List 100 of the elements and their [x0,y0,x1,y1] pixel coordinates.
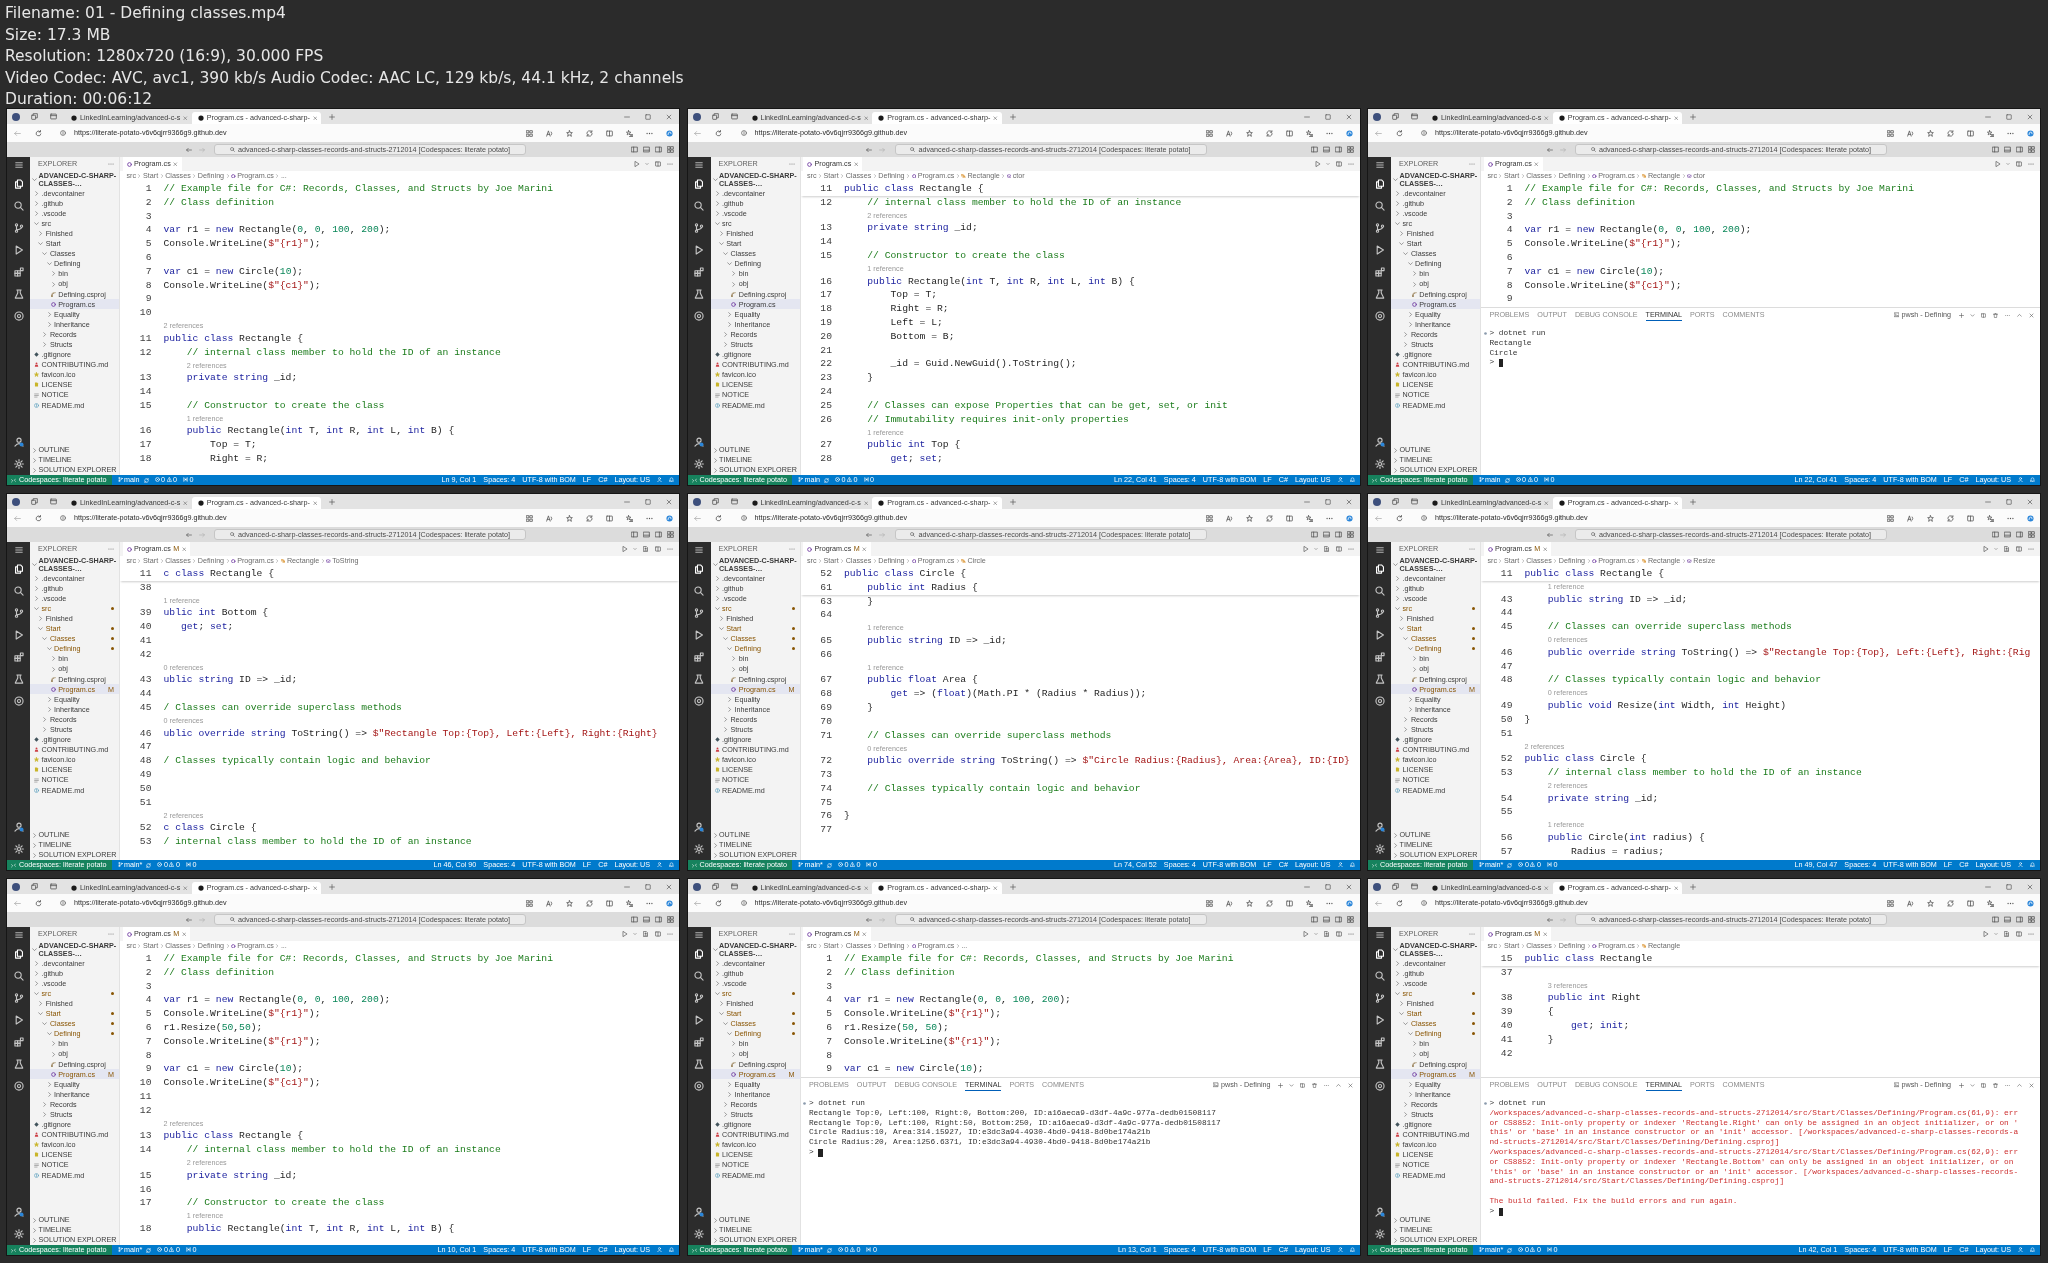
close-icon[interactable] [1673,885,1679,890]
window-icon[interactable] [1411,113,1418,120]
split-screen-icon[interactable] [1286,899,1293,907]
account-icon[interactable] [694,437,704,447]
sidebar-right-icon[interactable] [1335,531,1342,538]
search-icon[interactable] [1374,586,1385,596]
window-icon[interactable] [50,113,57,120]
close-icon[interactable] [1346,113,1352,120]
sync-icon[interactable] [1946,129,1954,137]
branch-icon[interactable] [1374,223,1385,233]
caret-icon[interactable] [1969,1082,1975,1088]
favorites-icon[interactable] [1986,514,1994,522]
star-icon[interactable] [1246,129,1253,137]
split-editor-icon[interactable] [655,161,661,167]
compare-icon[interactable] [2004,546,2010,552]
app-grid-icon[interactable] [1206,514,1213,522]
blocks-icon[interactable] [694,652,704,662]
settings-icon[interactable] [1374,459,1385,469]
close-icon[interactable] [312,885,318,890]
more-icon[interactable] [2004,312,2010,318]
layout-icon[interactable] [1347,146,1354,153]
split-terminal-icon[interactable] [1980,312,1986,318]
blocks-icon[interactable] [13,652,24,662]
layout-icon[interactable] [2027,531,2035,538]
bell-icon[interactable] [2030,862,2035,868]
close-icon[interactable] [183,885,188,890]
split-editor-icon[interactable] [1335,546,1342,552]
app-grid-icon[interactable] [1886,129,1894,137]
app-grid-icon[interactable] [525,129,533,137]
window-icon[interactable] [730,498,738,505]
account-icon[interactable] [694,822,704,832]
settings-icon[interactable] [13,844,24,854]
split-screen-icon[interactable] [605,129,613,137]
bell-icon[interactable] [669,862,674,868]
star-icon[interactable] [565,514,573,522]
favorites-icon[interactable] [1306,899,1313,907]
favorites-icon[interactable] [1306,129,1313,137]
back-arrow-icon[interactable] [185,146,192,153]
split-screen-icon[interactable] [1286,514,1293,522]
more-icon[interactable] [2004,1082,2010,1088]
info-icon[interactable] [740,515,747,521]
profile-avatar[interactable] [692,882,701,891]
split-screen-icon[interactable] [1286,129,1293,137]
panel-toggle-icon[interactable] [1323,146,1330,153]
back-arrow-icon[interactable] [1546,531,1553,538]
close-icon[interactable] [1673,115,1679,120]
close-icon[interactable] [863,500,869,505]
swirl-icon[interactable] [1346,899,1353,907]
trash-icon[interactable] [1992,1082,1998,1088]
close-icon[interactable] [183,115,188,120]
swirl-icon[interactable] [2026,514,2034,522]
read-aloud-icon[interactable] [545,899,553,907]
account-icon[interactable] [13,1207,24,1217]
target-icon[interactable] [1374,311,1385,321]
sidebar-toggle-icon[interactable] [630,146,638,153]
stacked-squares-icon[interactable] [1392,883,1399,890]
back-arrow-icon[interactable] [1546,916,1553,923]
panel-toggle-icon[interactable] [642,916,650,923]
account-icon[interactable] [694,1207,704,1217]
panel-toggle-icon[interactable] [1323,531,1330,538]
restore-icon[interactable] [644,883,651,890]
profile-avatar[interactable] [692,497,701,506]
swirl-icon[interactable] [665,129,673,137]
search-icon[interactable] [694,201,704,211]
back-arrow-icon[interactable] [1374,899,1382,907]
profile-avatar[interactable] [12,497,20,506]
compare-icon[interactable] [1323,546,1330,552]
sync-icon[interactable] [1946,514,1954,522]
flask-icon[interactable] [1374,289,1385,299]
info-icon[interactable] [60,515,66,521]
window-icon[interactable] [730,113,738,120]
profile-avatar[interactable] [692,112,701,121]
account-icon[interactable] [1374,437,1385,447]
swirl-icon[interactable] [2026,899,2034,907]
menu-icon[interactable] [695,931,703,939]
branch-icon[interactable] [1374,993,1385,1003]
plus-icon[interactable] [1009,498,1016,505]
sidebar-toggle-icon[interactable] [1991,916,1999,923]
account-icon[interactable] [13,437,24,447]
profile-avatar[interactable] [12,882,20,891]
sync-icon[interactable] [585,514,593,522]
restore-icon[interactable] [1325,498,1331,505]
close-icon[interactable] [665,498,672,505]
close-icon[interactable] [1346,883,1352,890]
info-icon[interactable] [740,130,747,136]
restore-icon[interactable] [644,498,651,505]
settings-icon[interactable] [694,459,704,469]
files-icon[interactable] [13,564,24,574]
sidebar-right-icon[interactable] [654,146,662,153]
more-icon[interactable] [1324,1082,1329,1088]
layout-icon[interactable] [666,916,674,923]
stacked-squares-icon[interactable] [31,113,38,120]
sync-icon[interactable] [1266,514,1273,522]
refresh-icon[interactable] [34,899,42,907]
sidebar-right-icon[interactable] [2015,531,2023,538]
layout-icon[interactable] [666,146,674,153]
trash-icon[interactable] [1992,312,1998,318]
star-icon[interactable] [1926,899,1934,907]
flask-icon[interactable] [1374,674,1385,684]
sync-icon[interactable] [1266,899,1273,907]
